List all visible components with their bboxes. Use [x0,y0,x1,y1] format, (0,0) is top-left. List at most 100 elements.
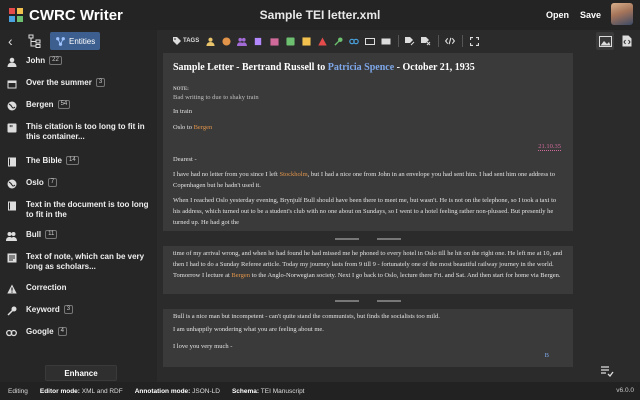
link-icon [6,327,17,338]
entity-count: 22 [49,56,62,66]
opener-line: In train [173,108,192,115]
checklist-icon[interactable] [600,364,614,378]
entity-item-the-bible[interactable]: The Bible 14 [0,156,157,178]
cwrc-logo-icon [9,8,23,22]
entity-item-john[interactable]: John 22 [0,56,157,78]
place-tag-icon[interactable] [221,36,231,46]
editor-mode-status: Editor mode: XML and RDF [40,388,123,395]
document-page[interactable]: Bull is a nice man but incompetent - can… [163,309,573,367]
entity-count: 54 [57,100,71,110]
key-icon [6,305,17,316]
note-label: NOTE: [173,87,189,92]
entity-item-oslo[interactable]: Oslo 7 [0,178,157,200]
title-prefix: Sample Letter - Bertrand Russell to [173,62,328,73]
entity-item-bergen[interactable]: Bergen 54 [0,100,157,122]
entity-item-bull[interactable]: Bull 11 [0,230,157,252]
person-tag-icon[interactable] [205,36,215,46]
person-icon [6,56,17,67]
translation-icon[interactable] [381,36,391,46]
save-button[interactable]: Save [574,5,607,25]
letter-date[interactable]: 21.10.35 [538,143,561,151]
xml-file-button[interactable] [618,32,636,50]
entity-label: The Bible [26,156,63,165]
book-icon [6,156,17,167]
entity-item-keyword[interactable]: Keyword 3 [0,305,157,327]
keyword-tag-icon[interactable] [333,36,343,46]
letter-title: Sample Letter - Bertrand Russell to Patr… [173,62,475,73]
structure-tree-icon[interactable] [28,34,42,48]
tab-entities-label: Entities [69,36,96,46]
paragraph-text: I have had no letter from you since I le… [173,171,280,178]
calendar-icon [6,78,17,89]
entity-count: 3 [63,305,74,315]
warning-icon [6,283,17,294]
annotation-mode-status: Annotation mode: JSON-LD [135,388,220,395]
open-button[interactable]: Open [540,5,575,25]
top-bar: CWRC Writer Sample TEI letter.xml Open S… [0,0,640,30]
app-title: CWRC Writer [29,6,123,24]
entity-label: Google [26,327,54,336]
enhance-button[interactable]: Enhance [45,365,117,381]
entity-item-note[interactable]: Text of note, which can be very long as … [0,252,157,283]
image-icon [598,35,612,47]
entity-count: 14 [66,156,79,166]
document-page[interactable]: Sample Letter - Bertrand Russell to Patr… [163,53,573,231]
version-label: v6.0.0 [616,387,634,394]
entity-item-over-the-summer[interactable]: Over the summer 3 [0,78,157,100]
schema-status: Schema: TEI Manuscript [232,388,305,395]
edit-tag-icon[interactable] [405,36,415,46]
tags-label: TAGS [183,38,200,44]
toolbar: TAGS [157,30,640,52]
status-label: Annotation mode: [134,387,191,395]
title-tag-icon[interactable] [253,36,263,46]
quote-icon: " [6,122,17,133]
fullscreen-icon[interactable] [469,36,479,46]
entity-count: 4 [57,327,67,337]
entity-label: Over the summer [26,78,92,87]
code-icon[interactable] [445,36,456,46]
entity-item-google[interactable]: Google 4 [0,327,157,349]
entity-item-correction[interactable]: Correction [0,283,157,305]
globe-icon [6,100,17,111]
place-bergen[interactable]: Bergen [231,272,250,279]
page-separator [377,300,401,302]
entity-label: This citation is too long to fit in this… [26,122,145,141]
entity-item-long-text[interactable]: Text in the document is too long to fit … [0,200,157,230]
toolbar-divider [438,35,440,47]
signature[interactable]: B [545,352,549,359]
tab-entities[interactable]: Entities [50,32,101,50]
book-icon [6,200,17,211]
paragraph-1: I have had no letter from you since I le… [173,169,565,191]
image-viewer-button[interactable] [596,32,614,50]
note-tag-icon[interactable] [301,36,311,46]
chevron-left-icon[interactable]: ‹ [8,33,18,49]
entity-item-citation[interactable]: " This citation is too long to fit in th… [0,122,157,156]
user-avatar[interactable] [611,3,633,25]
sidebar: ‹ Entities John 22 Over the summer 3 Berge… [0,30,157,382]
date-tag-icon[interactable] [269,36,279,46]
svg-text:": " [9,124,13,133]
title-person-link[interactable]: Patricia Spence [328,62,394,73]
note-icon [6,252,17,263]
document-page[interactable]: time of my arrival wrong, and when he ha… [163,246,573,294]
entity-label: John [26,56,46,65]
note-text: Bad writing to due to shaky train [173,94,259,101]
remove-tag-icon[interactable] [421,36,431,46]
tags-button[interactable]: TAGS [173,37,199,45]
status-label: Schema: [231,387,260,395]
title-suffix: - October 21, 1935 [394,62,475,73]
rs-tag-icon[interactable] [365,36,376,46]
status-value: XML and RDF [81,387,123,395]
place-stockholm[interactable]: Stockholm [280,171,308,178]
paragraph-text: to the Anglo-Norwegian society. Next I g… [250,272,561,279]
link-tag-icon[interactable] [349,36,360,46]
place-bergen[interactable]: Bergen [194,124,213,131]
people-icon [6,230,17,241]
correction-tag-icon[interactable] [317,36,327,46]
organization-tag-icon[interactable] [237,36,248,46]
place-line-prefix: Oslo to [173,124,194,131]
closing: I love you very much - [173,343,233,350]
paragraph-2: When I reached Oslo yesterday evening, B… [173,197,557,226]
citation-tag-icon[interactable] [285,36,295,46]
mode-status: Editing [8,387,28,395]
